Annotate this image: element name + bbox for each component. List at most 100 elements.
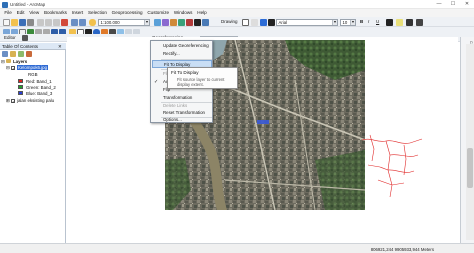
paste-icon[interactable]	[53, 18, 60, 26]
title-bar: Untitled - ArcMap — ☐ ✕	[0, 0, 474, 9]
menu-selection[interactable]: Selection	[86, 9, 110, 17]
vertical-scrollbar[interactable]	[466, 44, 474, 240]
green-band-label: Green: Band_2	[26, 84, 56, 90]
minimize-icon[interactable]: —	[432, 0, 446, 9]
redo-icon[interactable]	[79, 18, 86, 26]
raster-layer-name[interactable]: Kelompok6.jpg	[17, 64, 49, 70]
menu-view[interactable]: View	[27, 9, 42, 17]
drawing-toolbar-label[interactable]: Drawing	[221, 19, 238, 24]
font-name-combo[interactable]: Arial ▼	[276, 18, 338, 26]
close-icon[interactable]: ✕	[58, 44, 62, 50]
red-band-swatch[interactable]	[18, 79, 23, 83]
chevron-down-icon[interactable]: ▼	[332, 19, 337, 25]
table-of-contents-panel: Table Of Contents ✕ ⊟ Layers ⊟ ✓ Kelompo…	[0, 43, 66, 251]
map-scale-value: 1:100.000	[100, 19, 120, 25]
menu-options[interactable]: Options...	[152, 116, 212, 124]
menu-customize[interactable]: Customize	[145, 9, 171, 17]
python-icon[interactable]	[194, 18, 201, 26]
vector-visibility-checkbox[interactable]: ✓	[11, 98, 15, 103]
tooltip-description: Fit source layer to current display exte…	[177, 77, 225, 87]
expand-vector-icon[interactable]: ⊞	[6, 98, 10, 104]
font-color-icon[interactable]	[386, 18, 393, 26]
red-band-label: Red: Band_1	[26, 78, 52, 84]
list-by-selection-icon[interactable]	[26, 51, 32, 57]
search-icon[interactable]	[178, 18, 185, 26]
menu-insert[interactable]: Insert	[69, 9, 85, 17]
chevron-down-icon[interactable]: ▼	[144, 19, 149, 25]
new-document-icon[interactable]	[3, 18, 10, 26]
font-name-value: Arial	[278, 19, 288, 25]
underline-button[interactable]: U	[376, 19, 379, 24]
standard-toolbar: 1:100.000 ▼ Drawing Arial ▼ 10 ▼ B I U	[0, 17, 474, 27]
scrollbar-thumb[interactable]	[467, 148, 473, 188]
green-band-swatch[interactable]	[18, 85, 23, 89]
model-builder-icon[interactable]	[202, 18, 209, 26]
raster-visibility-checkbox[interactable]: ✓	[11, 65, 15, 70]
marker-color-icon[interactable]	[416, 18, 423, 26]
list-by-drawing-order-icon[interactable]	[2, 51, 8, 57]
menu-item-label: Rectify...	[163, 51, 180, 56]
add-data-icon[interactable]	[89, 18, 96, 26]
line-color-icon[interactable]	[406, 18, 413, 26]
undo-icon[interactable]	[71, 18, 78, 26]
status-bar: 806921,244 9905933,944 Meters	[0, 243, 474, 253]
vector-layer-name[interactable]: jalan eksisting palu	[17, 98, 54, 103]
select-elements-icon[interactable]	[242, 18, 249, 26]
expand-raster-icon[interactable]: ⊟	[6, 65, 10, 71]
menu-transformation[interactable]: Transformation	[152, 94, 212, 102]
menu-update-georeferencing[interactable]: Update Georeferencing	[152, 42, 212, 50]
menu-bookmarks[interactable]: Bookmarks	[42, 9, 70, 17]
fill-color-icon[interactable]	[396, 18, 403, 26]
text-icon[interactable]	[268, 18, 275, 26]
menu-help[interactable]: Help	[195, 9, 209, 17]
menu-bar: File Edit View Bookmarks Insert Selectio…	[0, 9, 474, 17]
font-size-combo[interactable]: 10 ▼	[340, 18, 356, 26]
maximize-icon[interactable]: ☐	[446, 0, 460, 9]
menu-windows[interactable]: Windows	[171, 9, 194, 17]
list-by-visibility-icon[interactable]	[18, 51, 24, 57]
menu-item-label: Delete Links	[163, 103, 188, 108]
rectangle-icon[interactable]	[260, 18, 267, 26]
open-folder-icon[interactable]	[11, 18, 18, 26]
edit-tool-icon[interactable]	[22, 35, 28, 41]
copy-icon[interactable]	[45, 18, 52, 26]
blue-band-label: Blue: Band_3	[26, 90, 53, 96]
font-size-value: 10	[342, 19, 348, 25]
close-icon[interactable]: ✕	[460, 0, 474, 9]
editor-toolbar-icon[interactable]	[154, 18, 161, 26]
window-title: Untitled - ArcMap	[10, 1, 46, 7]
italic-button[interactable]: I	[368, 19, 369, 24]
print-icon[interactable]	[27, 18, 34, 26]
menu-geoprocessing[interactable]: Geoprocessing	[109, 9, 145, 17]
bold-button[interactable]: B	[360, 19, 363, 24]
toc-header: Table Of Contents ✕	[0, 43, 66, 50]
road-network-vector-lines[interactable]	[360, 125, 430, 200]
toc-title: Table Of Contents	[2, 44, 39, 49]
save-icon[interactable]	[19, 18, 26, 26]
cut-icon[interactable]	[37, 18, 44, 26]
catalog-icon[interactable]	[170, 18, 177, 26]
fit-to-display-tooltip: Fit To Display Fit source layer to curre…	[167, 67, 238, 89]
tooltip-title: Fit To Display	[171, 70, 199, 75]
menu-item-label: Options...	[163, 117, 182, 122]
chevron-down-icon[interactable]: ▼	[350, 19, 355, 25]
layers-label[interactable]: Layers	[13, 59, 27, 64]
menu-rectify[interactable]: Rectify...	[152, 50, 212, 58]
delete-icon[interactable]	[61, 18, 68, 26]
map-coordinates: 806921,244 9905933,944 Meters	[370, 247, 434, 252]
arctoolbox-icon[interactable]	[186, 18, 193, 26]
list-by-source-icon[interactable]	[10, 51, 16, 57]
layers-icon	[6, 59, 11, 63]
blue-band-swatch[interactable]	[18, 91, 23, 95]
menu-edit[interactable]: Edit	[14, 9, 27, 17]
menu-item-label: Reset Transformation	[163, 110, 205, 115]
rotate-icon[interactable]	[251, 18, 258, 26]
checkmark-icon: ✓	[154, 79, 159, 85]
menu-item-label: Update Georeferencing	[163, 43, 209, 48]
table-of-contents-icon[interactable]	[162, 18, 169, 26]
map-scale-combo[interactable]: 1:100.000 ▼	[98, 18, 150, 26]
expand-layers-icon[interactable]: ⊟	[1, 59, 5, 65]
editor-menu[interactable]: Editor	[4, 35, 16, 40]
menu-file[interactable]: File	[2, 9, 14, 17]
rgb-label: RGB	[28, 72, 38, 77]
